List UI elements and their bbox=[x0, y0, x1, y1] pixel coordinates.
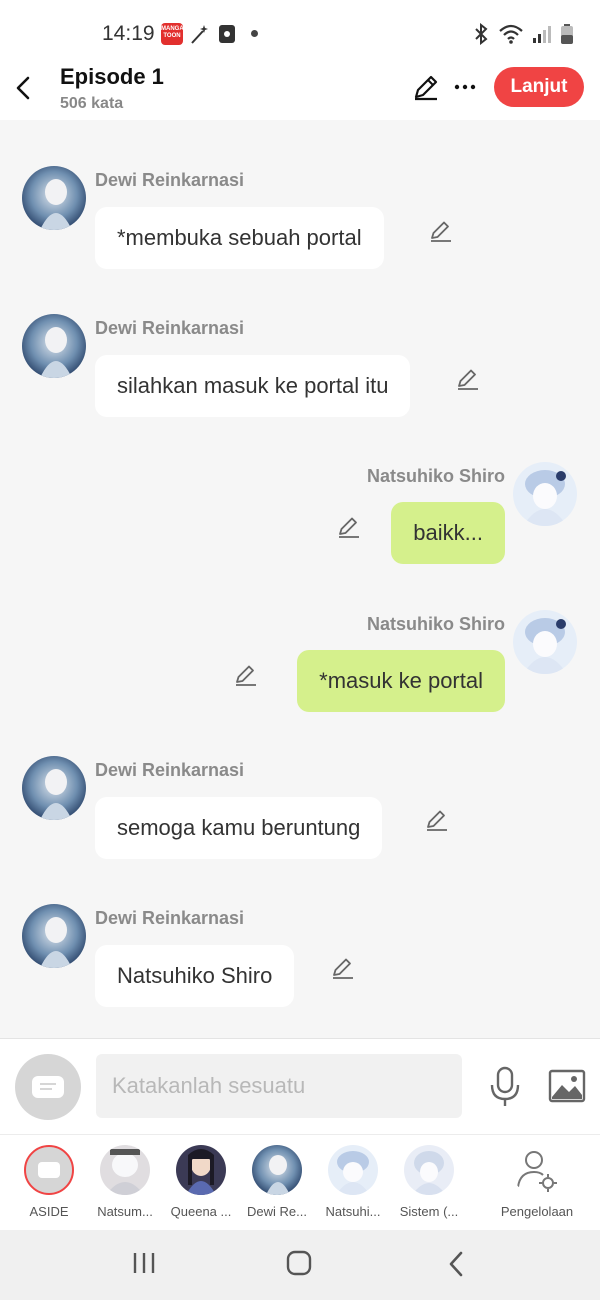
magic-wand-icon bbox=[191, 25, 208, 44]
character-label: Queena ... bbox=[170, 1204, 232, 1219]
character-item[interactable]: Sistem (... bbox=[391, 1145, 467, 1219]
edit-message-icon[interactable] bbox=[428, 218, 454, 244]
character-selector: ASIDE Natsum... Queena ... Dewi Re... Na… bbox=[0, 1134, 600, 1231]
message-input[interactable] bbox=[96, 1054, 462, 1118]
character-label: ASIDE bbox=[29, 1204, 69, 1219]
mangatoon-notification-icon: MANGA TOON bbox=[161, 23, 184, 45]
speaker-name: Dewi Reinkarnasi bbox=[95, 318, 245, 338]
message-composer bbox=[0, 1038, 600, 1135]
home-icon[interactable] bbox=[286, 1250, 312, 1276]
character-aside[interactable]: ASIDE bbox=[11, 1145, 87, 1219]
bluetooth-icon bbox=[475, 23, 488, 45]
character-item[interactable]: Dewi Re... bbox=[239, 1145, 315, 1219]
notification-dot-icon bbox=[251, 30, 258, 37]
speaker-name: Dewi Reinkarnasi bbox=[95, 170, 245, 190]
character-management[interactable]: Pengelolaan bbox=[496, 1145, 578, 1219]
edit-message-icon[interactable] bbox=[424, 807, 450, 833]
message-bubble[interactable]: semoga kamu beruntung bbox=[95, 797, 383, 859]
image-icon[interactable] bbox=[548, 1069, 586, 1103]
message-bubble[interactable]: *masuk ke portal bbox=[297, 650, 505, 712]
wifi-icon bbox=[499, 24, 523, 44]
status-bar: 14:19 MANGA TOON bbox=[0, 0, 600, 62]
character-item[interactable]: Queena ... bbox=[163, 1145, 239, 1219]
character-label: Sistem (... bbox=[399, 1204, 459, 1219]
speaker-name: Natsuhiko Shiro bbox=[366, 466, 505, 486]
message-bubble[interactable]: Natsuhiko Shiro bbox=[95, 945, 295, 1007]
edit-message-icon[interactable] bbox=[455, 366, 481, 392]
word-count: 506 kata bbox=[60, 95, 124, 112]
character-item[interactable]: Natsuhi... bbox=[315, 1145, 391, 1219]
next-button[interactable]: Lanjut bbox=[494, 67, 584, 107]
episode-title[interactable]: Episode 1 bbox=[60, 64, 164, 90]
speaker-name: Dewi Reinkarnasi bbox=[95, 908, 245, 928]
signal-icon bbox=[533, 26, 551, 43]
recent-apps-icon[interactable] bbox=[132, 1252, 156, 1274]
aside-avatar bbox=[24, 1145, 74, 1195]
character-avatar bbox=[100, 1145, 150, 1195]
more-options-icon[interactable] bbox=[452, 72, 478, 102]
character-avatar bbox=[404, 1145, 454, 1195]
person-settings-icon bbox=[512, 1145, 562, 1195]
edit-message-icon[interactable] bbox=[330, 955, 356, 981]
status-time: 14:19 bbox=[102, 22, 155, 45]
screen-record-icon bbox=[219, 25, 235, 43]
edit-message-icon[interactable] bbox=[233, 662, 259, 688]
message-bubble[interactable]: silahkan masuk ke portal itu bbox=[95, 355, 411, 417]
back-arrow-icon[interactable] bbox=[8, 66, 38, 106]
character-item[interactable]: Natsum... bbox=[87, 1145, 163, 1219]
avatar-dewi[interactable] bbox=[22, 904, 86, 968]
chat-area[interactable]: Dewi Reinkarnasi *membuka sebuah portal … bbox=[0, 120, 600, 1038]
speaker-name: Dewi Reinkarnasi bbox=[95, 760, 245, 780]
episode-header: Episode 1 506 kata Lanjut bbox=[0, 62, 600, 120]
microphone-icon[interactable] bbox=[487, 1065, 523, 1109]
character-label: Natsum... bbox=[97, 1204, 153, 1219]
character-label: Pengelolaan bbox=[500, 1204, 574, 1219]
avatar-natsuhiko[interactable] bbox=[513, 462, 577, 526]
chat-bubble-icon bbox=[32, 1076, 64, 1098]
character-label: Natsuhi... bbox=[325, 1204, 381, 1219]
nav-back-icon[interactable] bbox=[446, 1250, 466, 1278]
system-navigation-bar bbox=[0, 1230, 600, 1300]
character-avatar bbox=[176, 1145, 226, 1195]
message-bubble[interactable]: *membuka sebuah portal bbox=[95, 207, 384, 269]
character-avatar bbox=[328, 1145, 378, 1195]
message-bubble[interactable]: baikk... bbox=[391, 502, 505, 564]
character-label: Dewi Re... bbox=[247, 1204, 307, 1219]
speaker-name: Natsuhiko Shiro bbox=[366, 614, 505, 634]
avatar-dewi[interactable] bbox=[22, 756, 86, 820]
character-avatar bbox=[252, 1145, 302, 1195]
edit-message-icon[interactable] bbox=[336, 514, 362, 540]
battery-icon bbox=[561, 24, 573, 44]
avatar-natsuhiko[interactable] bbox=[513, 610, 577, 674]
edit-pencil-icon[interactable] bbox=[411, 72, 441, 102]
avatar-dewi[interactable] bbox=[22, 314, 86, 378]
aside-chat-button[interactable] bbox=[15, 1054, 81, 1120]
avatar-dewi[interactable] bbox=[22, 166, 86, 230]
